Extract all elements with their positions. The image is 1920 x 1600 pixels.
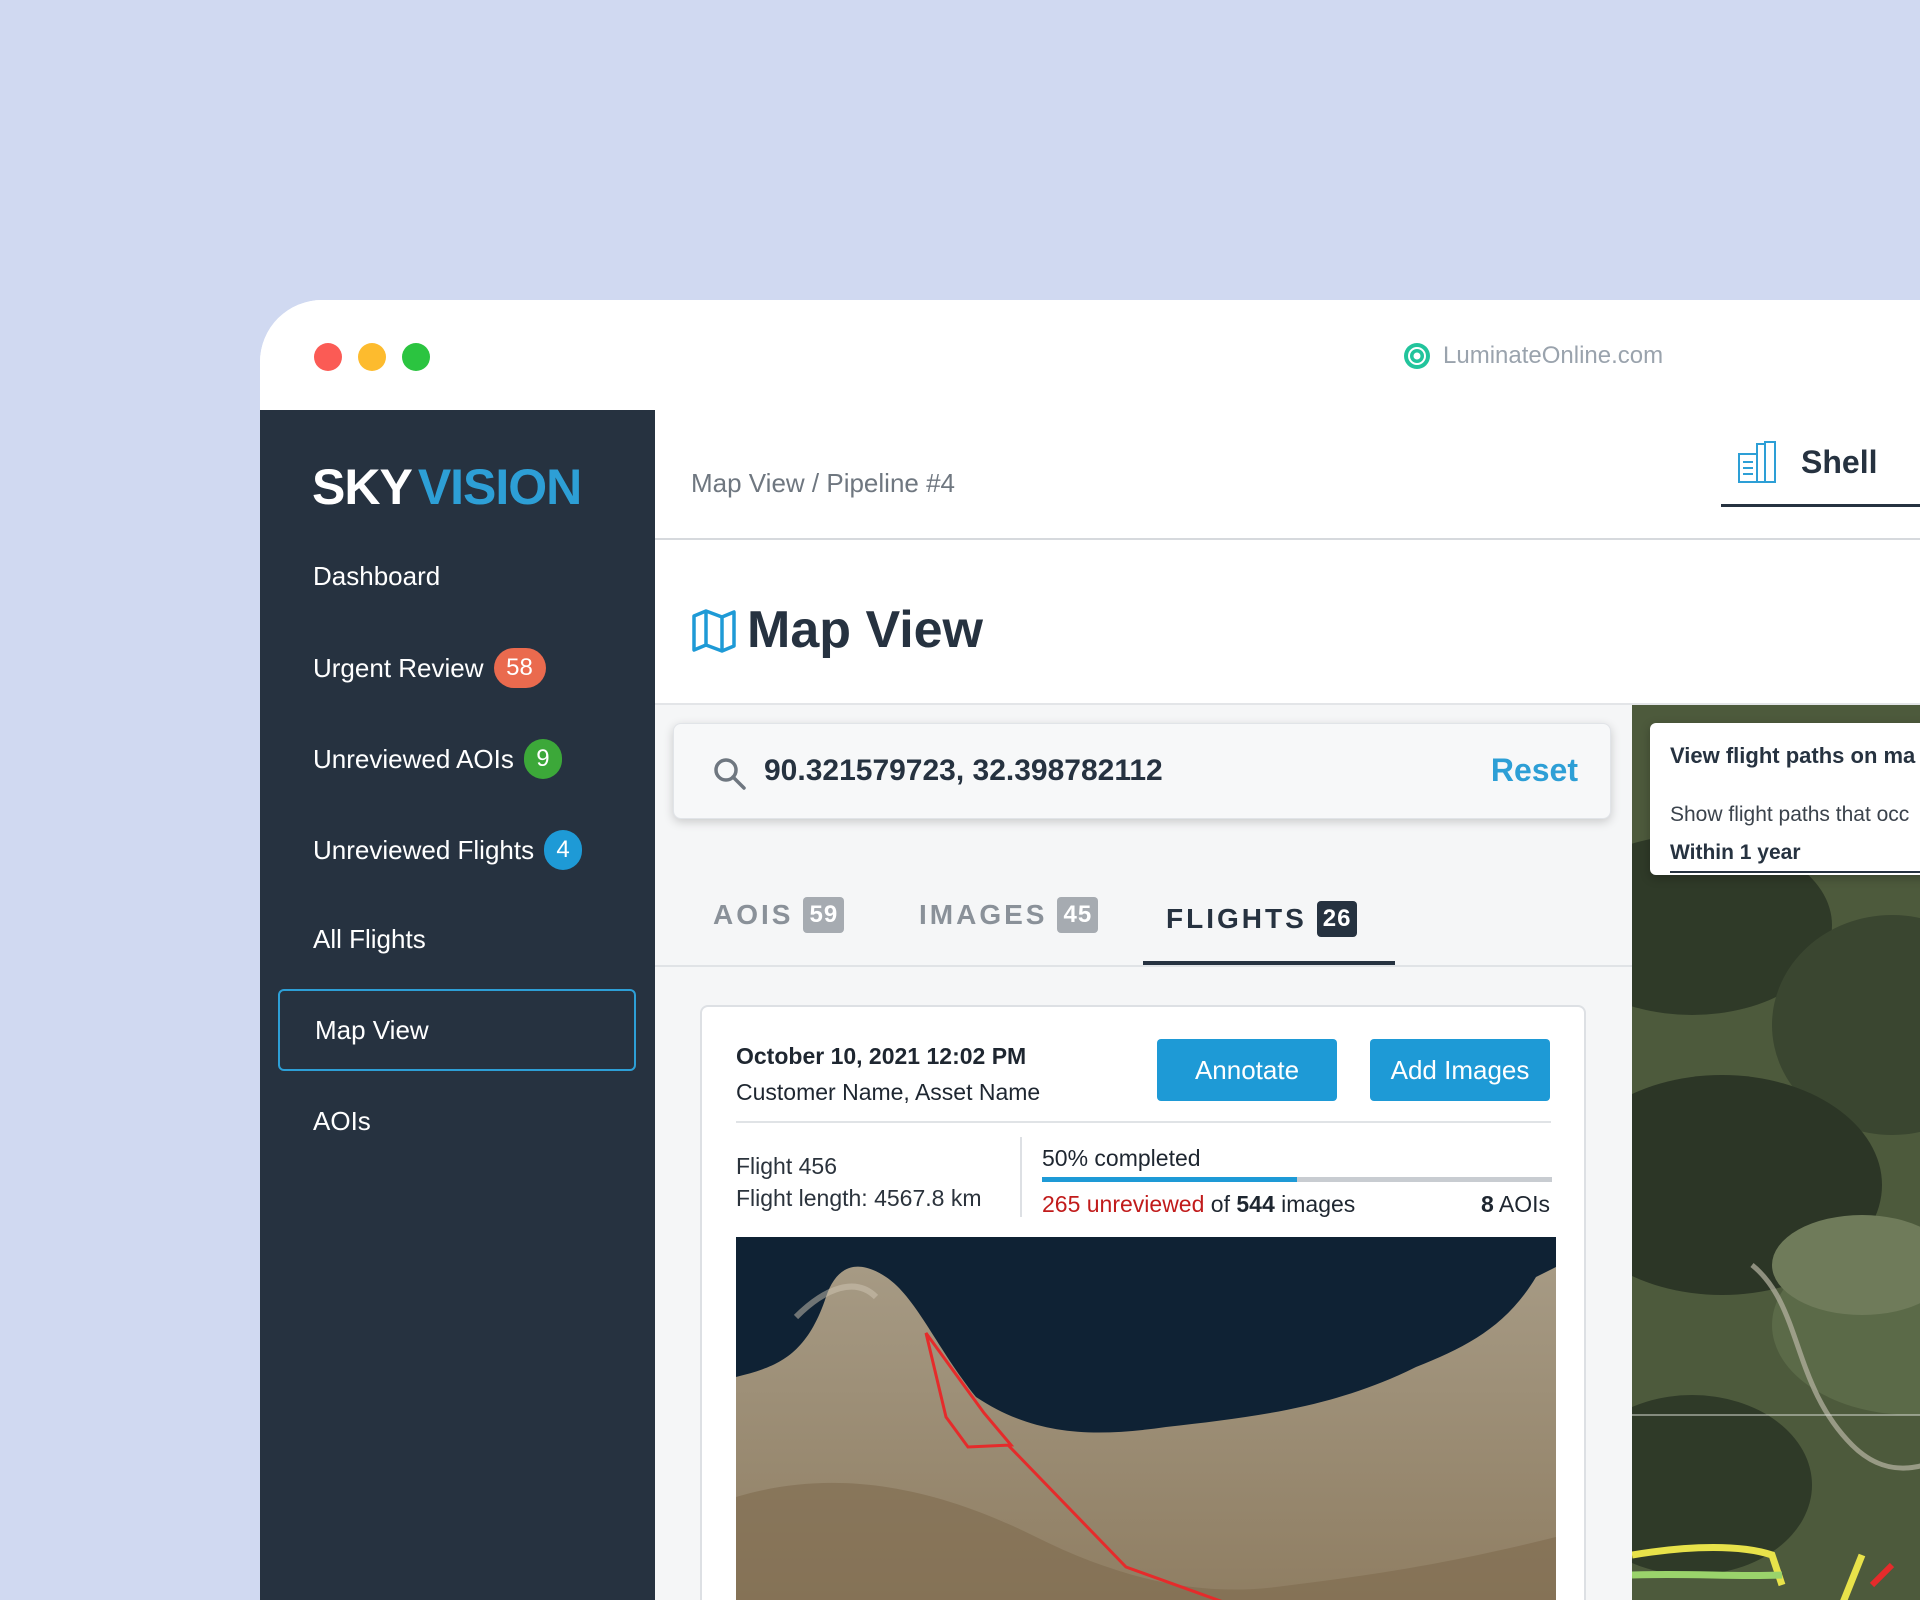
results-tabs: AOIS 59 IMAGES 45 FLIGHTS 26: [655, 865, 1632, 967]
org-switcher[interactable]: Shell: [1721, 440, 1920, 507]
tab-images[interactable]: IMAGES 45: [919, 897, 1099, 933]
tab-label: IMAGES: [919, 899, 1048, 930]
app-window: LuminateOnline.com SKY VISION Dashboard U…: [260, 300, 1920, 1600]
time-range-select[interactable]: Within 1 year: [1670, 841, 1801, 865]
urgent-review-count-badge: 58: [493, 648, 546, 688]
org-name: Shell: [1801, 443, 1878, 480]
annotate-button[interactable]: Annotate: [1157, 1039, 1337, 1101]
sidebar-item-all-flights[interactable]: All Flights: [278, 898, 636, 980]
sidebar-item-label: Unreviewed Flights: [313, 834, 535, 865]
tab-count-badge: 59: [803, 897, 845, 933]
coordinate-search[interactable]: 90.321579723, 32.398782112 Reset: [673, 723, 1611, 819]
logo-sky-text: SKY: [312, 459, 413, 515]
tab-count-badge: 45: [1057, 897, 1099, 933]
unreviewed-flights-count-badge: 4: [544, 830, 583, 870]
progress-label: 50% completed: [1042, 1145, 1201, 1171]
tab-label: FLIGHTS: [1166, 903, 1307, 934]
flight-path-filter-panel: View flight paths on ma Show flight path…: [1650, 723, 1920, 875]
page-title: Map View: [747, 601, 984, 659]
map-icon: [692, 609, 736, 653]
filter-panel-title: View flight paths on ma: [1670, 743, 1916, 768]
sidebar-item-aois[interactable]: AOIs: [278, 1080, 636, 1162]
unreviewed-word: unreviewed: [1086, 1191, 1205, 1217]
aois-count: 8: [1480, 1191, 1494, 1217]
progress-bar-fill: [1042, 1177, 1297, 1182]
aois-count-label: 8 AOIs: [1481, 1191, 1550, 1218]
map-panel[interactable]: View flight paths on ma Show flight path…: [1632, 705, 1920, 1600]
logo-vision-text: VISION: [417, 459, 582, 515]
close-window-button[interactable]: [314, 343, 342, 371]
progress-bar: [1042, 1177, 1552, 1182]
building-icon: [1738, 441, 1776, 483]
window-chrome: LuminateOnline.com: [260, 300, 1920, 410]
flight-date: October 10, 2021 12:02 PM: [736, 1043, 1027, 1069]
tab-aois[interactable]: AOIS 59: [713, 897, 845, 933]
luminate-logo-icon: [1404, 343, 1430, 369]
active-tab-indicator: [1143, 961, 1395, 965]
tab-flights[interactable]: FLIGHTS 26: [1166, 901, 1358, 937]
sidebar-item-label: Dashboard: [313, 560, 441, 591]
tab-count-badge: 26: [1316, 901, 1358, 937]
flight-path-map[interactable]: [736, 1237, 1556, 1600]
filter-panel-subtitle: Show flight paths that occ: [1670, 803, 1910, 826]
sidebar-item-label: AOIs: [313, 1105, 371, 1136]
divider: [1020, 1137, 1022, 1217]
title-bar: Map View: [655, 542, 1920, 705]
sidebar-item-unreviewed-aois[interactable]: Unreviewed AOIs 9: [278, 718, 636, 800]
select-underline: [1670, 871, 1920, 873]
review-status: 265 unreviewed of 544 images: [1042, 1191, 1355, 1218]
search-input[interactable]: 90.321579723, 32.398782112: [764, 754, 1163, 788]
total-images-count: 544: [1236, 1191, 1275, 1217]
sidebar-item-label: Unreviewed AOIs: [313, 743, 514, 774]
unreviewed-count: 265: [1042, 1191, 1081, 1217]
url-text: LuminateOnline.com: [1443, 342, 1664, 369]
search-icon: [714, 758, 746, 790]
sidebar-item-label: Map View: [315, 1014, 429, 1045]
sidebar-item-urgent-review[interactable]: Urgent Review 58: [278, 627, 636, 709]
sidebar-item-unreviewed-flights[interactable]: Unreviewed Flights 4: [278, 809, 636, 891]
sidebar-item-label: Urgent Review: [313, 652, 484, 683]
maximize-window-button[interactable]: [402, 343, 430, 371]
of-word: of: [1210, 1191, 1230, 1217]
results-panel: 90.321579723, 32.398782112 Reset AOIS 59…: [655, 705, 1632, 1600]
unreviewed-aois-count-badge: 9: [523, 739, 562, 779]
flight-card[interactable]: October 10, 2021 12:02 PM Customer Name,…: [700, 1005, 1586, 1600]
skyvision-logo[interactable]: SKY VISION: [312, 458, 582, 516]
sidebar: SKY VISION Dashboard Urgent Review 58 Unr…: [260, 410, 655, 1600]
images-word: images: [1281, 1191, 1356, 1217]
reset-button[interactable]: Reset: [1491, 752, 1578, 789]
satellite-map-image: [736, 1237, 1556, 1600]
sidebar-item-dashboard[interactable]: Dashboard: [278, 535, 636, 617]
url-bar[interactable]: LuminateOnline.com: [1403, 342, 1663, 370]
top-bar: Map View / Pipeline #4 Shell: [655, 410, 1920, 540]
tab-label: AOIS: [713, 899, 794, 930]
minimize-window-button[interactable]: [358, 343, 386, 371]
flight-length: Flight length: 4567.8 km: [736, 1185, 982, 1211]
divider: [736, 1121, 1551, 1123]
add-images-button[interactable]: Add Images: [1370, 1039, 1550, 1101]
aois-word: AOIs: [1498, 1191, 1550, 1217]
breadcrumb[interactable]: Map View / Pipeline #4: [691, 468, 955, 499]
flight-customer: Customer Name, Asset Name: [736, 1079, 1041, 1105]
sidebar-item-map-view[interactable]: Map View: [278, 989, 636, 1071]
sidebar-item-label: All Flights: [313, 923, 426, 954]
flight-name: Flight 456: [736, 1153, 838, 1179]
